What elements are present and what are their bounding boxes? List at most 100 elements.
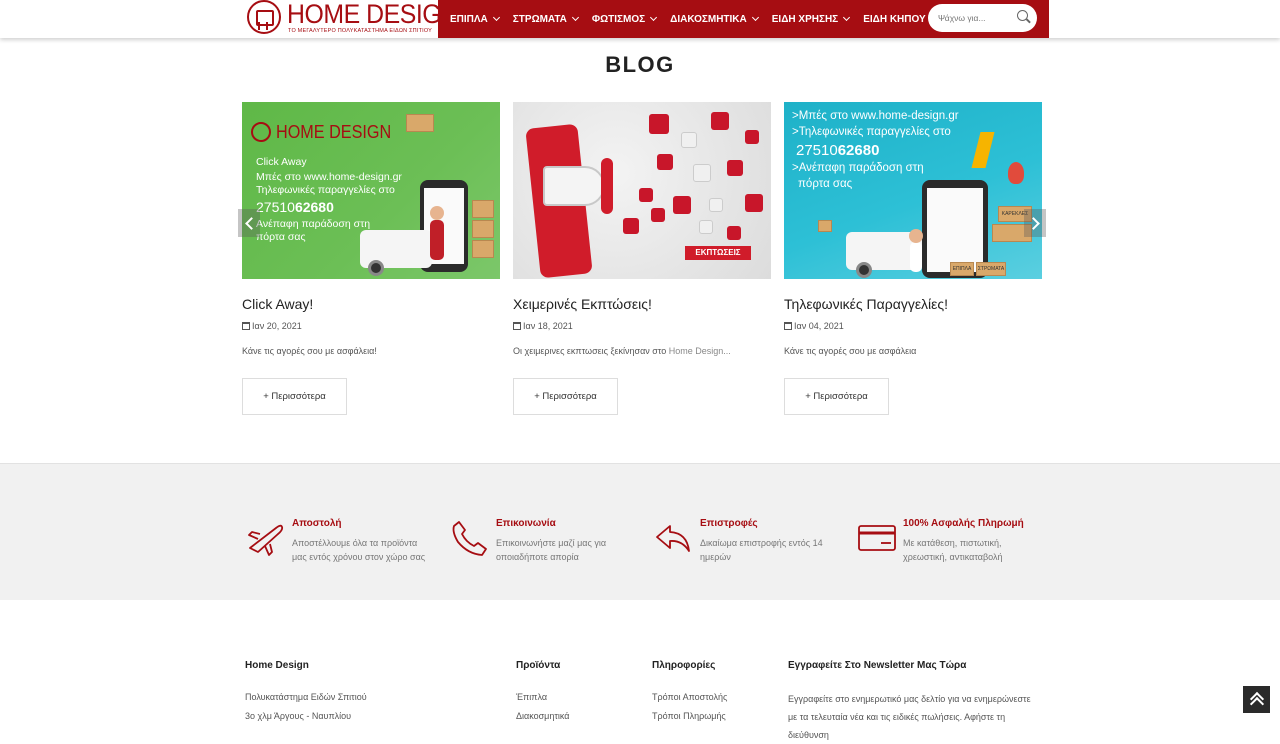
footer-products: Προϊόντα Έπιπλα Διακοσμητικά — [516, 660, 570, 721]
carousel-next-arrow-icon[interactable] — [1024, 209, 1046, 237]
feature-text: Αποστέλλουμε όλα τα προϊόντα μας εντός χ… — [292, 538, 426, 562]
nav-item-epipla[interactable]: ΕΠΙΠΛΑ — [450, 13, 500, 25]
feature-text: Με κατάθεση, πιστωτική, χρεωστική, αντικ… — [903, 538, 1003, 562]
box-illustration — [472, 200, 494, 218]
image-text-line: >Μπές στο www.home-design.gr — [792, 110, 959, 122]
blog-heading: BLOG — [605, 52, 675, 77]
footer-link-epipla[interactable]: Έπιπλα — [516, 692, 547, 702]
post-title[interactable]: Click Away! — [242, 296, 313, 312]
phone-bold: 62680 — [837, 142, 880, 159]
footer-about: Home Design Πολυκατάστημα Ειδών Σπιτιού … — [245, 660, 367, 721]
airplane-icon — [248, 524, 284, 556]
post-excerpt: Οι χειμερινες εκπτωσεις ξεκίνησαν στο Ho… — [513, 346, 731, 356]
chevron-down-icon — [492, 13, 500, 22]
features-strip: Αποστολή Αποστέλλουμε όλα τα προϊόντα μα… — [0, 463, 1280, 600]
post-image-winter-sales[interactable]: ΕΚΠΤΩΣΕΙΣ — [513, 102, 771, 279]
logo-mark-icon — [251, 122, 271, 142]
post-excerpt: Κάνε τις αγορές σου με ασφάλεια — [784, 346, 916, 356]
balloon-icon — [1008, 162, 1024, 184]
post-image-click-away[interactable]: HOME DESIGN Click Away Μπές στο www.home… — [242, 102, 500, 279]
site-logo[interactable]: HOME DESIGN ΤΟ ΜΕΓΑΛΥΤΕΡΟ ΠΟΛΥΚΑΤΑΣΤΗΜΑ … — [246, 0, 459, 38]
blog-card: HOME DESIGN Click Away Μπές στο www.home… — [242, 102, 500, 422]
post-date-text: Ιαν 18, 2021 — [523, 321, 573, 331]
sales-badge: ΕΚΠΤΩΣΕΙΣ — [685, 246, 751, 260]
footer-heading: Πληροφορίες — [652, 660, 716, 671]
nav-item-eidi-xrisis[interactable]: ΕΙΔΗ ΧΡΗΣΗΣ — [771, 13, 851, 25]
blog-card: >Μπές στο www.home-design.gr >Τηλεφωνικέ… — [784, 102, 1042, 422]
nav-label: ΕΙΔΗ ΧΡΗΣΗΣ — [771, 13, 839, 25]
chevron-down-icon — [650, 13, 658, 22]
footer-newsletter: Εγγραφείτε Στο Newsletter Μας Τώρα Εγγρα… — [788, 660, 1031, 740]
lightning-icon — [971, 132, 995, 168]
nav-label: ΣΤΡΩΜΑΤΑ — [512, 13, 567, 25]
image-text-line: >Τηλεφωνικές παραγγελίες στο — [792, 126, 951, 138]
search-box — [928, 4, 1037, 32]
credit-card-icon — [858, 525, 896, 551]
scroll-to-top-icon[interactable] — [1243, 686, 1270, 713]
box-illustration: ΣΤΡΩΜΑΤΑ — [976, 262, 1006, 276]
person-head — [430, 206, 444, 220]
feature-text: Επικοινωνήστε μαζί μας για οποιαδήποτε α… — [496, 538, 607, 562]
chevron-down-icon — [571, 13, 579, 22]
nav-item-eidi-kipou[interactable]: ΕΙΔΗ ΚΗΠΟΥ — [863, 13, 938, 25]
person-head — [909, 229, 923, 243]
nav-label: ΦΩΤΙΣΜΟΣ — [591, 13, 646, 25]
person-illustration — [910, 242, 922, 272]
nav-item-stromata[interactable]: ΣΤΡΩΜΑΤΑ — [512, 13, 579, 25]
image-text-line: Click Away — [256, 156, 307, 168]
nav-item-diakosmitika[interactable]: ΔΙΑΚΟΣΜΗΤΙΚΑ — [670, 14, 759, 25]
person-illustration — [430, 220, 444, 260]
post-date: Ιαν 18, 2021 — [513, 321, 573, 331]
post-excerpt: Κάνε τις αγορές σου με ασφάλεια! — [242, 346, 377, 356]
image-phone-number: 2751062680 — [256, 199, 334, 215]
post-date-text: Ιαν 04, 2021 — [794, 321, 844, 331]
phone-prefix: 27510 — [256, 199, 295, 215]
image-phone-number: 2751062680 — [796, 142, 879, 159]
feature-title: 100% Ασφαλής Πληρωμή — [903, 518, 1024, 529]
search-input[interactable] — [938, 11, 1012, 25]
percent-cube — [639, 188, 653, 202]
image-text-line: Μπές στο www.home-design.gr — [256, 171, 402, 183]
site-header: HOME DESIGN ΤΟ ΜΕΓΑΛΥΤΕΡΟ ΠΟΛΥΚΑΤΑΣΤΗΜΑ … — [0, 0, 1280, 38]
post-date: Ιαν 20, 2021 — [242, 321, 302, 331]
box-illustration — [406, 114, 434, 132]
percent-cube — [727, 160, 743, 176]
excerpt-link[interactable]: Home Design... — [669, 346, 731, 356]
nav-item-fotismos[interactable]: ΦΩΤΙΣΜΟΣ — [591, 13, 658, 25]
feature-title: Επικοινωνία — [496, 518, 556, 529]
footer-text: Πολυκατάστημα Ειδών Σπιτιού — [245, 692, 367, 702]
percent-cube — [623, 218, 639, 234]
percent-cube — [709, 198, 723, 212]
excerpt-text: Κάνε τις αγορές σου με ασφάλεια — [784, 346, 917, 356]
search-icon[interactable] — [1017, 10, 1028, 21]
feature-text: Δικαίωμα επιστροφής εντός 14 ημερών — [700, 538, 823, 562]
percent-cube — [745, 130, 759, 144]
post-date-text: Ιαν 20, 2021 — [252, 321, 302, 331]
footer-link-shipping[interactable]: Τρόποι Αποστολής — [652, 692, 727, 702]
wheel-illustration — [856, 262, 872, 278]
excerpt-text: Κάνε τις αγορές σου με ασφάλεια! — [242, 346, 377, 356]
post-title[interactable]: Χειμερινές Εκπτώσεις! — [513, 296, 652, 312]
percent-cube — [745, 194, 763, 212]
carousel-prev-arrow-icon[interactable] — [238, 209, 260, 237]
feature-title: Αποστολή — [292, 518, 342, 529]
footer-heading: Home Design — [245, 660, 309, 671]
megaphone-icon — [543, 166, 605, 206]
percent-cube — [651, 208, 665, 222]
percent-cube — [673, 196, 691, 214]
box-illustration — [472, 240, 494, 258]
phone-prefix: 27510 — [796, 142, 838, 159]
footer-heading: Εγγραφείτε Στο Newsletter Μας Τώρα — [788, 660, 967, 671]
percent-cube — [727, 226, 741, 240]
percent-cube — [711, 112, 729, 130]
percent-cube — [649, 114, 669, 134]
read-more-button[interactable]: + Περισσότερα — [784, 378, 889, 415]
blog-card: ΕΚΠΤΩΣΕΙΣ Χειμερινές Εκπτώσεις! Ιαν 18, … — [513, 102, 771, 422]
percent-cube — [657, 154, 673, 170]
post-title[interactable]: Τηλεφωνικές Παραγγελίες! — [784, 296, 948, 312]
read-more-button[interactable]: + Περισσότερα — [513, 378, 618, 415]
post-image-phone-orders[interactable]: >Μπές στο www.home-design.gr >Τηλεφωνικέ… — [784, 102, 1042, 279]
nav-label: ΕΙΔΗ ΚΗΠΟΥ — [863, 13, 926, 25]
phone-bold: 62680 — [294, 199, 334, 215]
read-more-button[interactable]: + Περισσότερα — [242, 378, 347, 415]
